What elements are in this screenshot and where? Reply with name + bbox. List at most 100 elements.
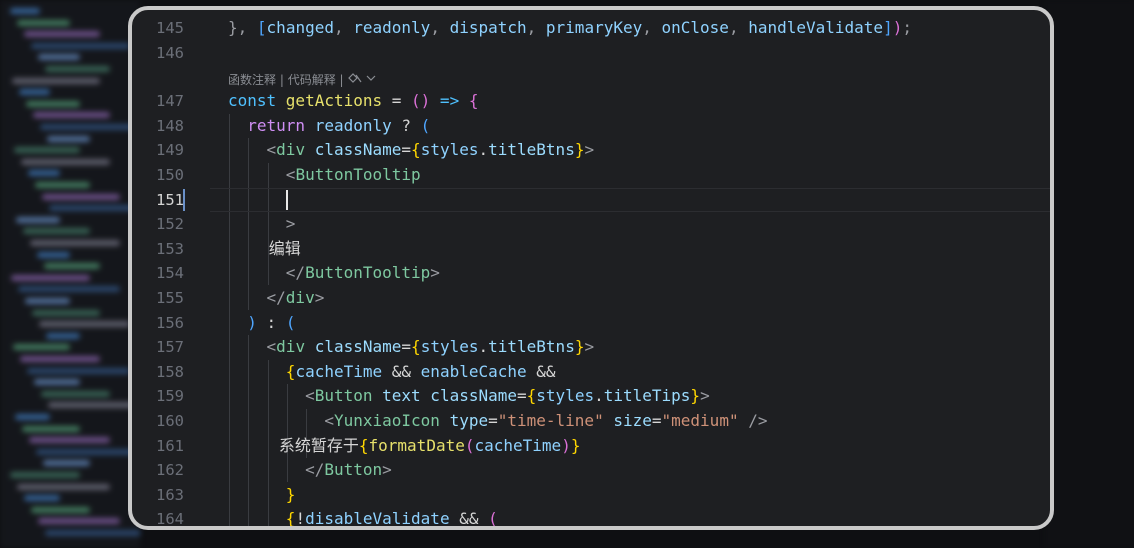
code-line[interactable]: <Button text className={styles.titleTips… — [228, 384, 710, 408]
codelens-separator: | — [276, 73, 288, 88]
background-code-stroke — [46, 332, 80, 339]
code-line[interactable]: <ButtonTooltip — [228, 163, 421, 187]
code-token: . — [478, 337, 489, 357]
background-code-stroke — [43, 460, 90, 467]
code-token: 编辑 — [228, 238, 301, 258]
background-code-stroke — [17, 483, 110, 490]
code-token: ButtonTooltip — [305, 263, 431, 283]
code-token: readonly — [314, 115, 392, 135]
line-number: 158 — [156, 362, 184, 381]
code-line[interactable]: 系统暂存于{formatDate(cacheTime)} — [228, 434, 581, 458]
code-token: ] — [883, 18, 893, 37]
code-token: ) — [892, 18, 903, 37]
code-editor-panel[interactable]: 145 146 147 148 149 150 151 152 153 154 155 156 157 1… — [128, 6, 1054, 530]
code-token: return — [228, 115, 315, 135]
codelens-code-explain-link[interactable]: 代码解释 — [288, 73, 336, 87]
text-cursor — [285, 189, 288, 210]
code-token: YunxiaoIcon — [333, 411, 450, 430]
code-token: { — [411, 337, 421, 357]
code-line[interactable]: return readonly ? ( — [228, 114, 430, 138]
code-token: cacheTime — [474, 435, 562, 455]
code-line[interactable]: {!disableValidate && ( — [228, 507, 498, 529]
background-code-stroke — [29, 437, 110, 444]
code-token: ) — [561, 435, 571, 455]
codelens-function-comment-link[interactable]: 函数注释 — [228, 73, 276, 87]
background-code-stroke — [25, 298, 70, 304]
code-token: styles — [420, 337, 479, 357]
code-line[interactable]: <div className={styles.titleBtns}> — [228, 138, 595, 162]
background-code-stroke — [19, 89, 50, 96]
line-number-gutter: 145 146 147 148 149 150 151 152 153 154 155 156 157 1… — [132, 10, 192, 526]
code-line[interactable]: </div> — [228, 286, 325, 310]
background-code-stroke — [45, 530, 140, 536]
code-token: </ — [228, 263, 306, 283]
background-code-stroke — [18, 286, 120, 293]
ai-assist-icon[interactable] — [347, 73, 377, 88]
line-number: 147 — [156, 92, 184, 111]
background-code-stroke — [33, 112, 110, 119]
code-token: div — [285, 288, 315, 307]
code-token: ! — [295, 509, 306, 529]
background-code-stroke — [31, 506, 90, 513]
background-code-stroke — [36, 448, 140, 455]
background-code-stroke — [21, 158, 110, 165]
code-token: handleValidate — [748, 18, 884, 37]
code-token: { — [358, 435, 369, 455]
code-line[interactable]: </ButtonTooltip> — [228, 261, 440, 285]
code-line[interactable]: <YunxiaoIcon type="time-line" size="medi… — [228, 409, 767, 433]
code-token: = — [401, 140, 412, 160]
code-token: </ — [228, 460, 325, 480]
codelens-bar[interactable]: 函数注释 | 代码解释 | — [228, 71, 377, 89]
background-code-stroke — [15, 414, 50, 420]
code-line[interactable]: </Button> — [228, 458, 392, 482]
background-code-stroke — [14, 147, 80, 154]
code-token: : — [256, 312, 286, 332]
background-code-stroke — [26, 100, 80, 107]
code-token: && — [526, 361, 556, 381]
line-number: 156 — [156, 313, 184, 332]
code-token: primaryKey — [545, 18, 643, 37]
background-code-stroke — [34, 379, 80, 386]
line-number: 145 — [156, 19, 184, 37]
code-token: div — [276, 337, 315, 357]
background-code-stroke — [12, 77, 100, 84]
code-line[interactable]: } — [228, 483, 296, 507]
code-token: }, — [228, 18, 257, 37]
code-line[interactable]: }, [changed, readonly, dispatch, primary… — [228, 16, 912, 40]
background-code-stroke — [22, 425, 80, 432]
code-line[interactable]: <div className={styles.titleBtns}> — [228, 335, 595, 359]
codelens-separator: | — [335, 73, 348, 88]
line-number: 164 — [156, 510, 184, 529]
background-code-stroke — [31, 42, 130, 49]
code-token: { — [228, 509, 296, 529]
background-code-stroke — [10, 8, 40, 14]
code-line[interactable]: const getActions = () => { — [228, 89, 478, 113]
active-line-highlight — [210, 187, 1050, 212]
code-token: > — [584, 337, 595, 357]
code-line[interactable]: 编辑 — [228, 237, 301, 261]
code-line[interactable]: ) : ( — [228, 311, 295, 335]
background-code-stroke — [42, 193, 120, 200]
code-token: => — [430, 91, 469, 111]
code-token: = — [651, 411, 662, 430]
code-token: /> — [738, 411, 768, 430]
code-token: < — [228, 140, 277, 160]
code-token: > — [382, 460, 392, 480]
code-token: && — [382, 361, 421, 381]
line-number: 161 — [156, 436, 184, 455]
code-token: . — [594, 386, 604, 406]
code-line[interactable]: > — [228, 212, 296, 236]
background-code-stroke — [48, 402, 140, 409]
line-number: 162 — [156, 461, 184, 480]
code-token: , — [526, 18, 546, 37]
code-line[interactable]: {cacheTime && enableCache && — [228, 360, 556, 384]
code-token: } — [570, 435, 581, 455]
code-token: formatDate — [368, 435, 465, 455]
background-code-stroke — [28, 170, 60, 177]
background-code-stroke — [30, 240, 120, 246]
background-code-stroke — [49, 205, 140, 212]
code-token: , — [728, 18, 749, 37]
background-code-stroke — [16, 216, 60, 223]
code-token: text className — [382, 386, 517, 406]
code-token: < — [228, 386, 315, 406]
